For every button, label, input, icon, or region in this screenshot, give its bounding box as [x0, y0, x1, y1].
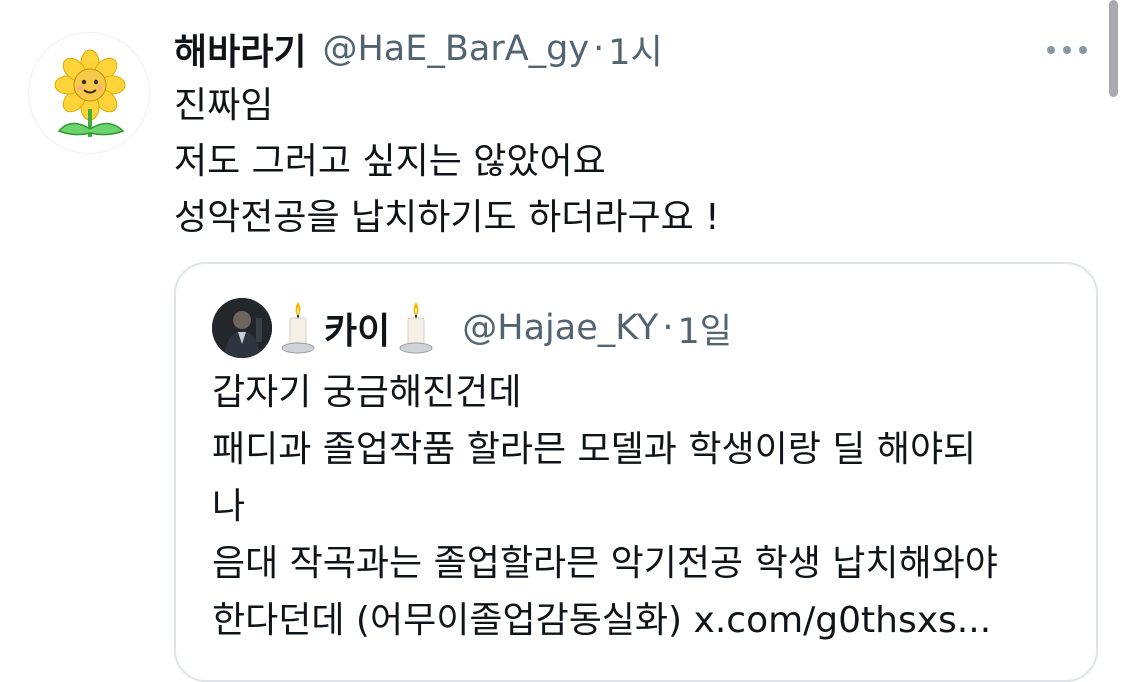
quoted-text-line: 한다던데 (어무이졸업감동실화) x.com/g0thsxs... — [212, 600, 992, 641]
quoted-tweet-text: 갑자기 궁금해진건데 패디과 졸업작품 할라믄 모델과 학생이랑 딜 해야되 나… — [212, 364, 998, 649]
tweet-timestamp[interactable]: 1시 — [608, 24, 662, 75]
more-dots-icon[interactable] — [1043, 42, 1091, 58]
quoted-text-line: 갑자기 궁금해진건데 — [212, 372, 522, 413]
quoted-author-handle[interactable]: @Hajae_KY — [462, 308, 658, 348]
separator-dot: · — [662, 308, 674, 348]
quoted-text-line: 패디과 졸업작품 할라믄 모델과 학생이랑 딜 해야되 — [212, 429, 977, 470]
tweet-text: 진짜임 저도 그러고 싶지는 않았어요 성악전공을 납치하기도 하더라구요 ! — [174, 78, 720, 246]
separator-dot: · — [593, 29, 605, 69]
candle-icon — [399, 302, 433, 354]
tweet-header: 해바라기 @HaE_BarA_gy · 1시 — [174, 24, 663, 74]
author-display-name[interactable]: 해바라기 — [174, 23, 306, 75]
tweet-text-line: 진짜임 — [174, 85, 274, 126]
person-avatar-icon — [212, 298, 272, 358]
quoted-tweet-timestamp[interactable]: 1일 — [677, 303, 731, 354]
quoted-text-line: 나 — [212, 486, 246, 527]
quoted-author-avatar[interactable] — [212, 298, 272, 358]
quoted-author-display-name[interactable]: 카이 — [324, 302, 390, 354]
candle-icon — [281, 302, 315, 354]
quoted-text-line: 음대 작곡과는 졸업할라믄 악기전공 학생 납치해와야 — [212, 543, 998, 584]
sunflower-icon — [54, 49, 126, 137]
quoted-tweet-card[interactable]: 카이 @Hajae_KY · 1일 갑자기 궁금해진건데 패디과 졸업작품 할라… — [174, 262, 1098, 682]
author-avatar[interactable] — [28, 32, 150, 154]
tweet-text-line: 저도 그러고 싶지는 않았어요 — [174, 141, 606, 182]
quoted-tweet-header: 카이 @Hajae_KY · 1일 — [212, 298, 732, 358]
tweet-text-line: 성악전공을 납치하기도 하더라구요 ! — [174, 197, 720, 238]
author-handle[interactable]: @HaE_BarA_gy — [322, 29, 589, 69]
scrollbar-thumb[interactable] — [1109, 0, 1118, 97]
